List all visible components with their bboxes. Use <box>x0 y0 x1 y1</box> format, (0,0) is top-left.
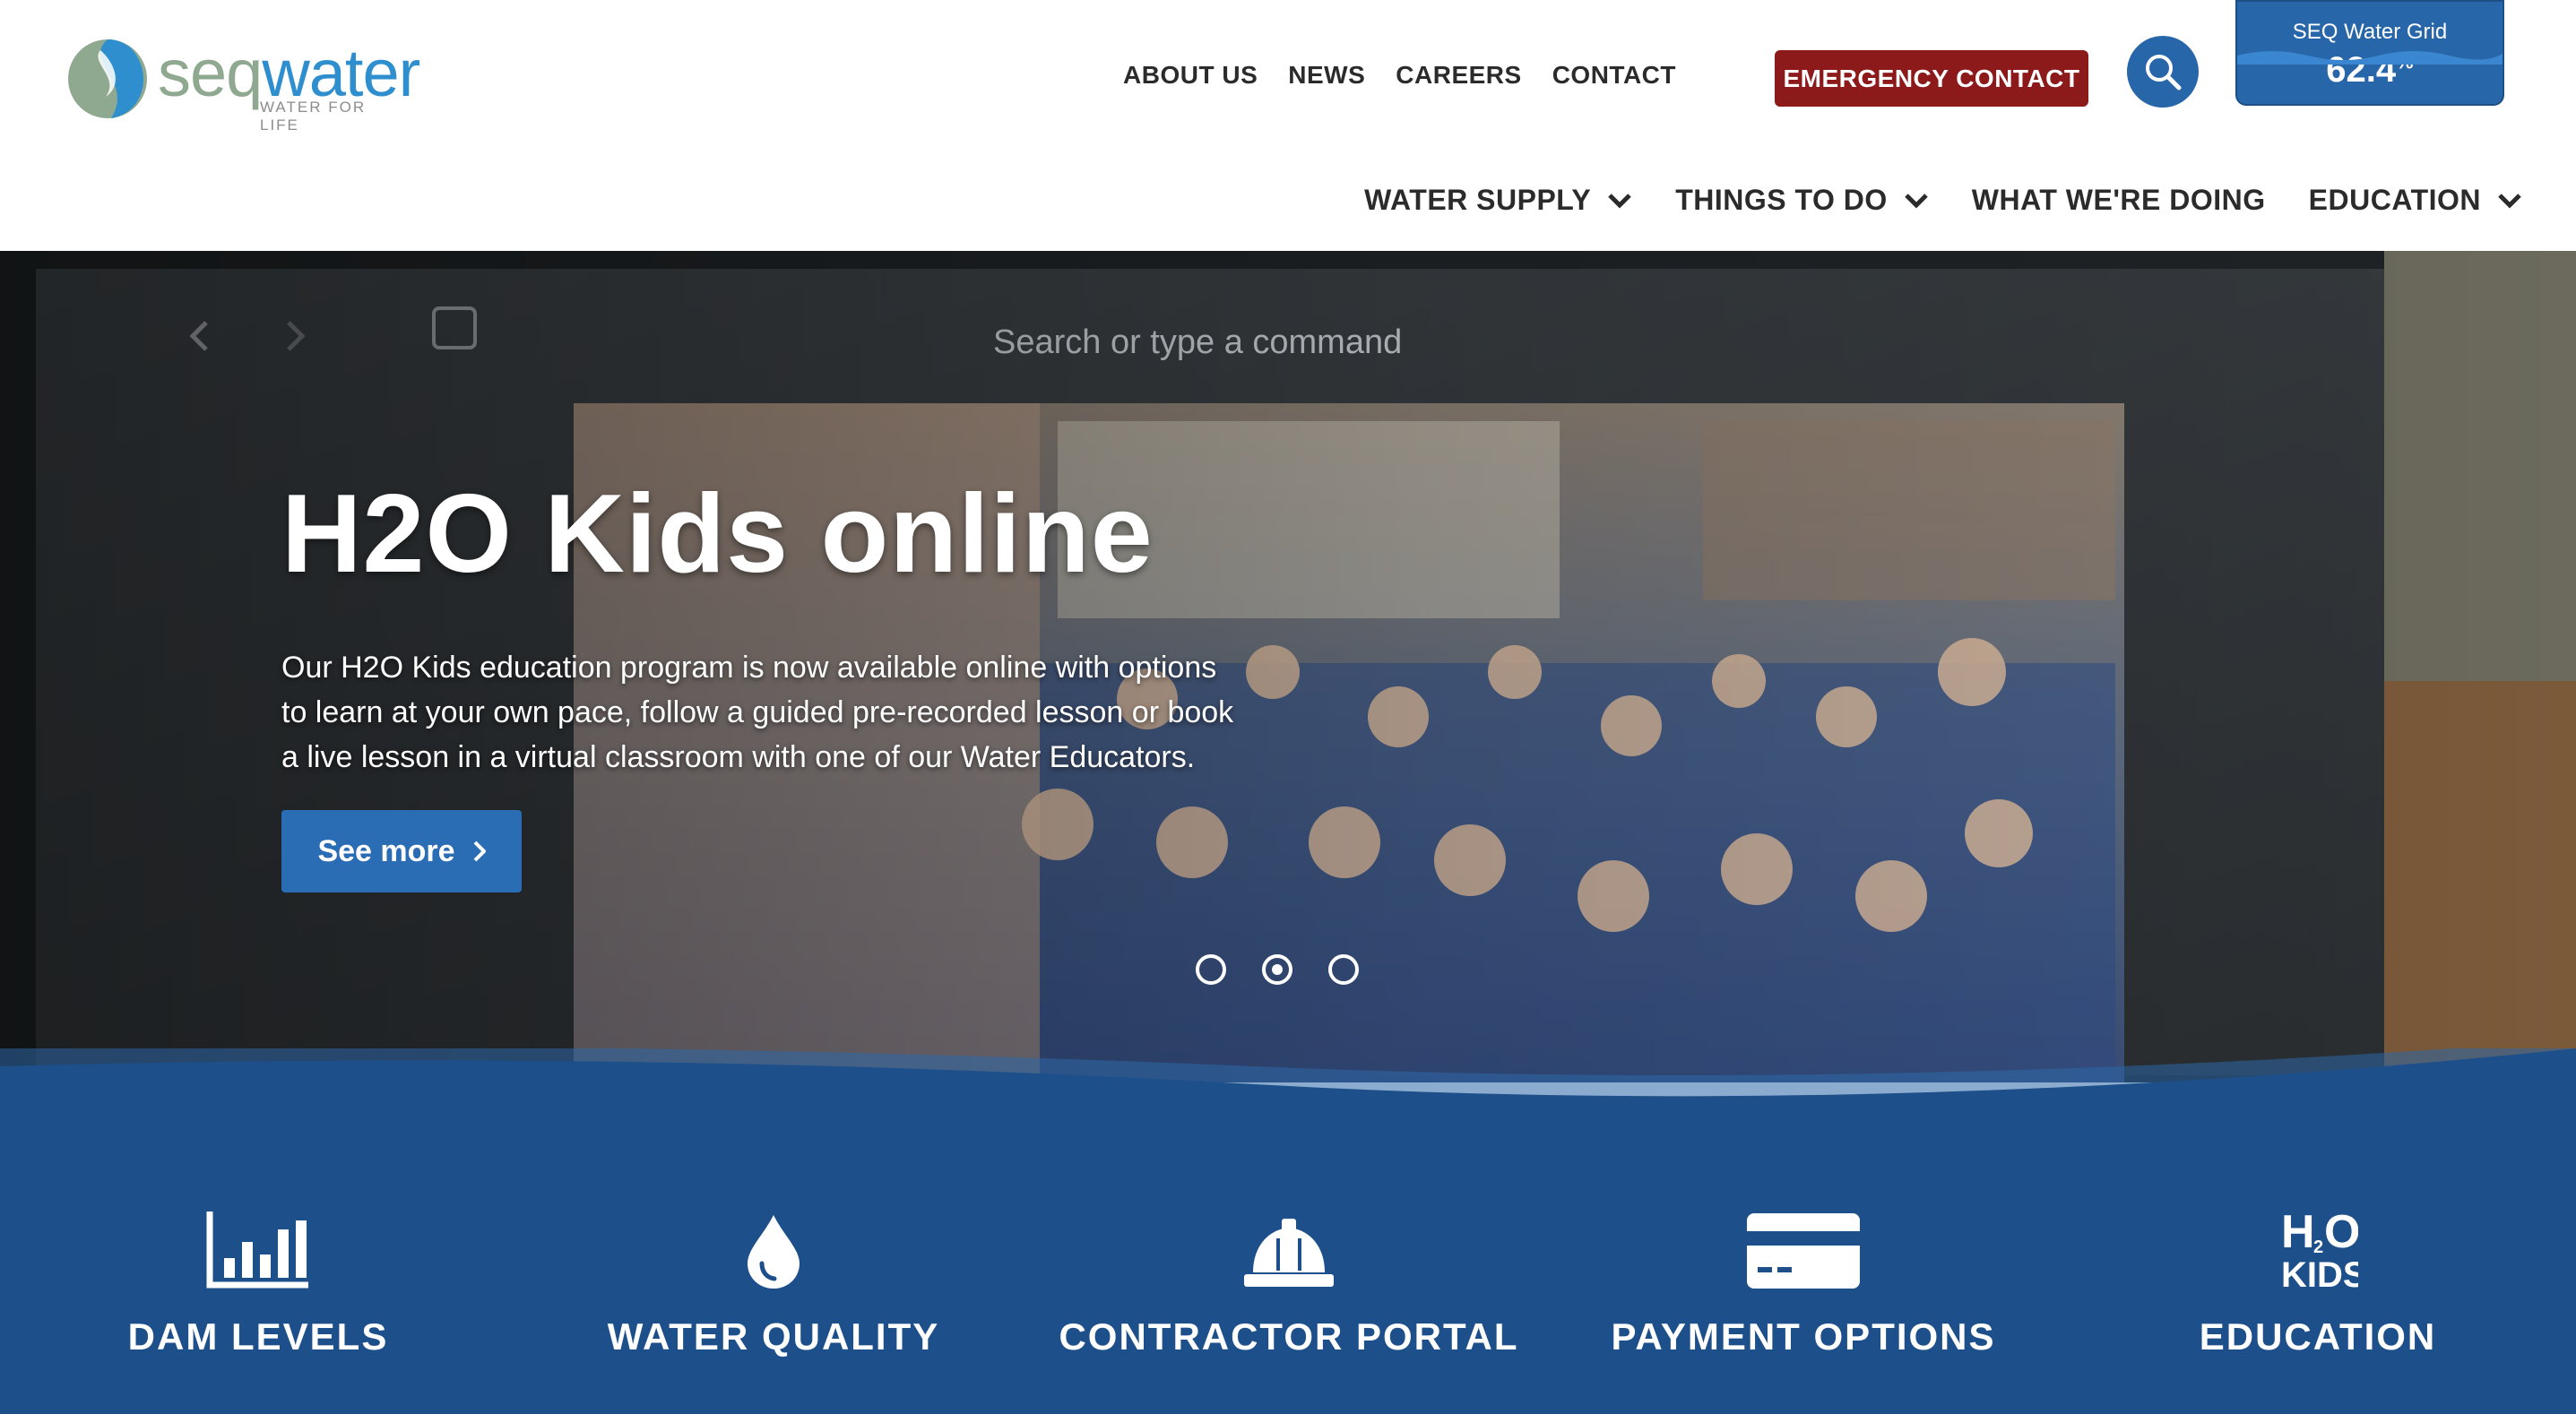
carousel-dot-3[interactable] <box>1328 954 1359 985</box>
quick-link-label: EDUCATION <box>2199 1315 2437 1358</box>
nav-water-supply[interactable]: WATER SUPPLY <box>1364 184 1632 217</box>
nav-about-us[interactable]: ABOUT US <box>1123 61 1258 90</box>
svg-text:H: H <box>2281 1208 2315 1258</box>
water-drop-icon <box>748 1215 800 1289</box>
hard-hat-icon <box>1244 1219 1334 1287</box>
chevron-down-icon <box>1905 193 1928 209</box>
svg-text:KIDS: KIDS <box>2281 1255 2358 1290</box>
chevron-down-icon <box>1608 193 1632 209</box>
water-grid-level-widget[interactable]: SEQ Water Grid 62.4% <box>2235 0 2504 106</box>
emergency-contact-button[interactable]: EMERGENCY CONTACT <box>1775 50 2088 107</box>
chevron-right-icon <box>473 841 486 862</box>
nav-things-to-do[interactable]: THINGS TO DO <box>1675 184 1929 217</box>
quick-link-contractor-portal[interactable]: CONTRACTOR PORTAL <box>1031 1192 1547 1358</box>
svg-text:O: O <box>2324 1208 2358 1258</box>
carousel-dot-1[interactable] <box>1196 954 1226 985</box>
see-more-button[interactable]: See more <box>281 810 522 892</box>
carousel-dot-2[interactable] <box>1262 954 1292 985</box>
nav-contact[interactable]: CONTACT <box>1552 61 1676 90</box>
logo-tagline: WATER FOR LIFE <box>260 99 367 134</box>
credit-card-icon <box>1747 1213 1860 1289</box>
quick-link-label: WATER QUALITY <box>607 1315 940 1358</box>
quick-link-label: DAM LEVELS <box>127 1315 389 1358</box>
quick-link-dam-levels[interactable]: DAM LEVELS <box>0 1192 516 1358</box>
page: seqwater WATER FOR LIFE ABOUT US NEWS CA… <box>0 0 2576 1414</box>
quick-link-education[interactable]: H 2 O KIDS EDUCATION <box>2060 1192 2576 1358</box>
bar-chart-icon <box>206 1211 308 1289</box>
utility-nav: ABOUT US NEWS CAREERS CONTACT <box>1123 61 1676 90</box>
seqwater-logo[interactable]: seqwater WATER FOR LIFE <box>65 34 420 134</box>
nav-careers[interactable]: CAREERS <box>1396 61 1521 90</box>
search-icon <box>2146 55 2182 91</box>
hero-description: Our H2O Kids education program is now av… <box>281 651 1234 774</box>
water-wave-icon <box>2237 51 2503 65</box>
svg-text:2: 2 <box>2313 1237 2323 1257</box>
water-grid-label: SEQ Water Grid <box>2292 20 2448 44</box>
quick-link-label: CONTRACTOR PORTAL <box>1059 1315 1519 1358</box>
hero-title: H2O Kids online <box>281 472 1154 596</box>
quick-link-payment-options[interactable]: PAYMENT OPTIONS <box>1545 1192 2062 1358</box>
carousel-pagination <box>1196 954 1359 985</box>
quick-link-water-quality[interactable]: WATER QUALITY <box>515 1192 1032 1358</box>
quick-link-label: PAYMENT OPTIONS <box>1611 1315 1996 1358</box>
nav-what-were-doing[interactable]: WHAT WE'RE DOING <box>1972 184 2266 217</box>
main-nav: WATER SUPPLY THINGS TO DO WHAT WE'RE DOI… <box>1364 184 2522 217</box>
logo-drop-icon <box>68 39 147 118</box>
search-button[interactable] <box>2127 36 2199 108</box>
hero-carousel: Search or type a command H2O Kids online… <box>0 251 2576 1082</box>
site-header: seqwater WATER FOR LIFE ABOUT US NEWS CA… <box>0 0 2576 251</box>
h2o-kids-icon: H 2 O KIDS <box>2281 1208 2358 1290</box>
chevron-down-icon <box>2498 193 2521 209</box>
nav-news[interactable]: NEWS <box>1288 61 1365 90</box>
nav-education[interactable]: EDUCATION <box>2309 184 2522 217</box>
